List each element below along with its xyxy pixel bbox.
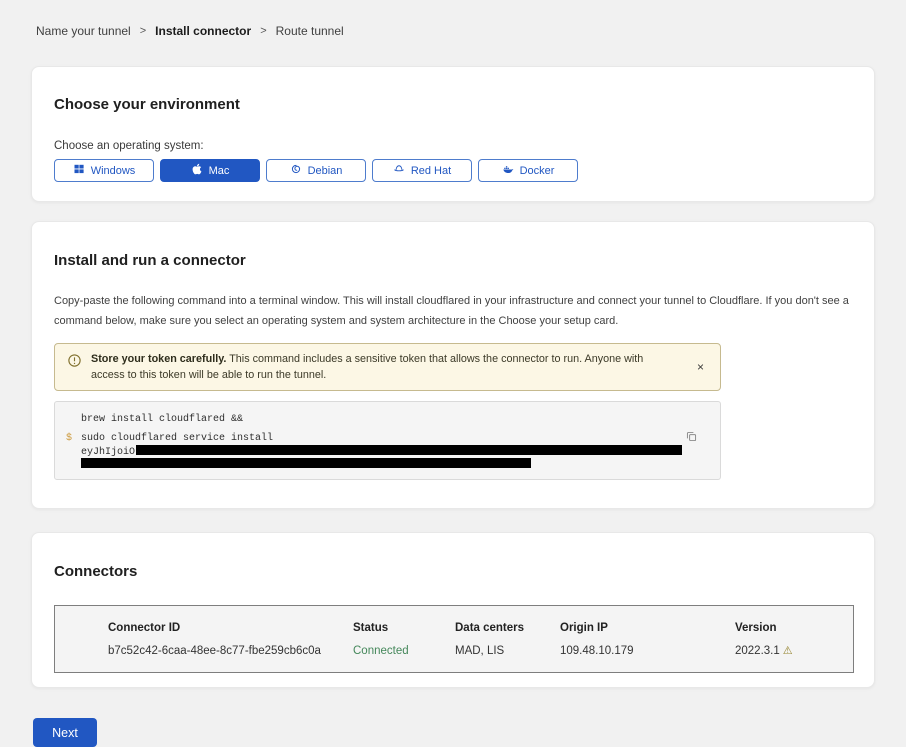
os-button-mac[interactable]: Mac bbox=[160, 159, 260, 182]
code-line-token: eyJhIjoiO bbox=[81, 445, 660, 458]
connectors-card-title: Connectors bbox=[54, 563, 852, 580]
windows-icon bbox=[73, 163, 85, 178]
environment-card-title: Choose your environment bbox=[54, 96, 852, 113]
shell-prompt: $ bbox=[66, 433, 72, 445]
debian-icon bbox=[290, 163, 302, 178]
token-prefix: eyJhIjoiO bbox=[81, 447, 135, 458]
origin-ip-cell: 109.48.10.179 bbox=[560, 644, 735, 658]
breadcrumb-separator: > bbox=[140, 25, 146, 37]
connectors-table: Connector ID Status Data centers Origin … bbox=[54, 605, 854, 673]
breadcrumb-separator: > bbox=[260, 25, 266, 37]
breadcrumb-step-route-tunnel[interactable]: Route tunnel bbox=[276, 24, 344, 38]
os-button-debian[interactable]: Debian bbox=[266, 159, 366, 182]
install-command-text: sudo cloudflared service install bbox=[81, 433, 273, 444]
os-button-windows[interactable]: Windows bbox=[54, 159, 154, 182]
table-row: b7c52c42-6caa-48ee-8c77-fbe259cb6c0a Con… bbox=[108, 644, 853, 658]
copy-button[interactable] bbox=[685, 430, 698, 443]
install-description: Copy-paste the following command into a … bbox=[54, 291, 854, 331]
os-button-label: Mac bbox=[209, 165, 230, 177]
copy-icon bbox=[685, 430, 698, 443]
column-header-version: Version bbox=[735, 621, 853, 635]
os-button-label: Docker bbox=[520, 165, 555, 177]
install-command-code-block: brew install cloudflared && $sudo cloudf… bbox=[54, 401, 721, 480]
redacted-token-bar bbox=[81, 458, 531, 468]
os-button-label: Red Hat bbox=[411, 165, 451, 177]
data-centers-cell: MAD, LIS bbox=[455, 644, 560, 658]
table-header-row: Connector ID Status Data centers Origin … bbox=[108, 621, 853, 635]
connector-id-cell: b7c52c42-6caa-48ee-8c77-fbe259cb6c0a bbox=[108, 644, 353, 658]
alert-circle-icon bbox=[67, 353, 82, 368]
connectors-card: Connectors Connector ID Status Data cent… bbox=[31, 532, 875, 688]
code-line-install: $sudo cloudflared service install bbox=[81, 433, 660, 445]
redhat-icon bbox=[393, 163, 405, 178]
os-select-label: Choose an operating system: bbox=[54, 140, 852, 152]
column-header-status: Status bbox=[353, 621, 455, 635]
callout-title: Store your token carefully. bbox=[91, 353, 226, 365]
install-connector-card: Install and run a connector Copy-paste t… bbox=[31, 221, 875, 509]
status-cell: Connected bbox=[353, 644, 455, 658]
redacted-token-bar bbox=[136, 445, 682, 455]
version-warning-icon: ⚠ bbox=[783, 645, 793, 657]
token-warning-callout: Store your token carefully. This command… bbox=[54, 343, 721, 391]
column-header-data-centers: Data centers bbox=[455, 621, 560, 635]
os-button-label: Debian bbox=[308, 165, 343, 177]
breadcrumb: Name your tunnel > Install connector > R… bbox=[0, 0, 906, 38]
column-header-connector-id: Connector ID bbox=[108, 621, 353, 635]
column-header-origin-ip: Origin IP bbox=[560, 621, 735, 635]
close-icon[interactable]: × bbox=[697, 361, 704, 373]
os-button-group: Windows Mac Debian bbox=[54, 159, 852, 182]
os-button-label: Windows bbox=[91, 165, 136, 177]
version-value: 2022.3.1 bbox=[735, 645, 780, 657]
apple-icon bbox=[191, 163, 203, 178]
breadcrumb-step-name-your-tunnel[interactable]: Name your tunnel bbox=[36, 24, 131, 38]
code-line-brew: brew install cloudflared && bbox=[81, 413, 660, 426]
choose-environment-card: Choose your environment Choose an operat… bbox=[31, 66, 875, 202]
next-button[interactable]: Next bbox=[33, 718, 97, 747]
docker-icon bbox=[502, 163, 514, 178]
callout-text: Store your token carefully. This command… bbox=[91, 351, 676, 383]
os-button-redhat[interactable]: Red Hat bbox=[372, 159, 472, 182]
version-cell: 2022.3.1⚠ bbox=[735, 644, 853, 658]
breadcrumb-step-install-connector[interactable]: Install connector bbox=[155, 24, 251, 38]
os-button-docker[interactable]: Docker bbox=[478, 159, 578, 182]
install-card-title: Install and run a connector bbox=[54, 252, 852, 269]
